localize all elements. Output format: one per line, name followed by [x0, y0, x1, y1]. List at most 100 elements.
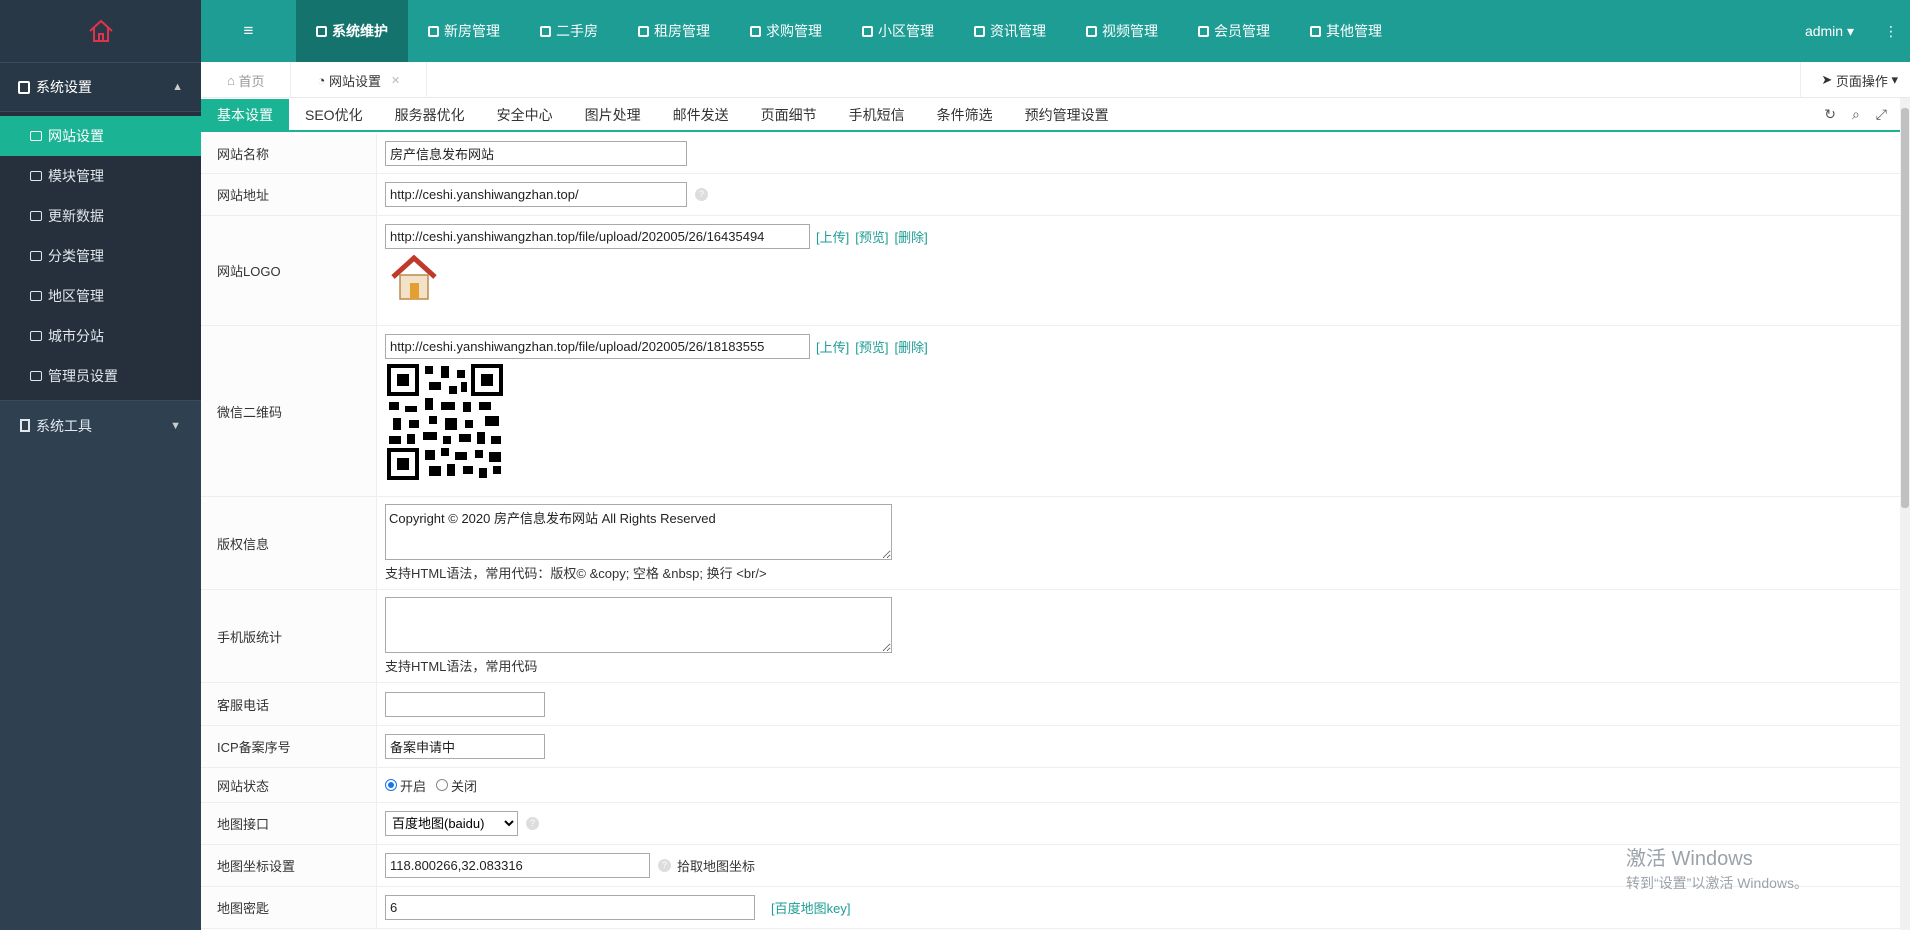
send-icon: ➤	[1821, 72, 1836, 87]
baidu-map-key-link[interactable]: [百度地图key]	[771, 898, 850, 917]
home-icon: ⌂	[227, 72, 239, 88]
nav-news[interactable]: 资讯管理	[954, 0, 1066, 62]
chevron-down-icon: ▼	[170, 419, 181, 432]
help-icon[interactable]: ?	[526, 817, 539, 830]
tab-page-details[interactable]: 页面细节	[745, 99, 833, 130]
tab-seo[interactable]: SEO优化	[289, 99, 379, 130]
map-coord-input[interactable]	[385, 853, 650, 878]
sidebar-group-system-settings[interactable]: 系统设置 ▲	[0, 62, 201, 112]
map-key-input[interactable]	[385, 895, 755, 920]
dashboard-icon: ◔	[317, 72, 329, 88]
logo[interactable]	[0, 0, 201, 62]
more-vertical-icon[interactable]: ⋮	[1884, 23, 1898, 40]
site-name-input[interactable]	[385, 141, 687, 166]
nav-members[interactable]: 会员管理	[1178, 0, 1290, 62]
sidebar-group-label: 系统工具	[36, 417, 92, 434]
nav-videos[interactable]: 视频管理	[1066, 0, 1178, 62]
nav-label: 新房管理	[444, 23, 500, 39]
page-tabs-bar: ⌂ 首页 ◔ 网站设置 ✕ ➤ 页面操作 ▾	[201, 62, 1910, 98]
house-outline-icon	[88, 19, 113, 42]
logo-delete-link[interactable]: [删除]	[894, 227, 927, 246]
pick-coord-link[interactable]: 拾取地图坐标	[677, 856, 755, 875]
status-on-radio[interactable]: 开启	[385, 776, 426, 795]
tab-label: 首页	[238, 73, 265, 89]
field-label: ICP备案序号	[201, 726, 377, 767]
tab-images[interactable]: 图片处理	[569, 99, 657, 130]
sidebar-item-regions[interactable]: 地区管理	[0, 276, 201, 316]
wechat-qr-url-input[interactable]	[385, 334, 810, 359]
logo-upload-link[interactable]: [上传]	[816, 227, 849, 246]
search-icon[interactable]: ⌕	[1852, 106, 1860, 123]
sidebar-item-admin-settings[interactable]: 管理员设置	[0, 356, 201, 396]
settings-form: 网站名称 网站地址 ? 网站LOGO [上传] [预览] [删除]	[201, 134, 1901, 929]
tab-email[interactable]: 邮件发送	[657, 99, 745, 130]
qr-upload-link[interactable]: [上传]	[816, 337, 849, 356]
nav-other[interactable]: 其他管理	[1290, 0, 1402, 62]
row-wechat-qr: 微信二维码 [上传] [预览] [删除]	[201, 326, 1901, 497]
sidebar: 系统设置 ▲ 网站设置 模块管理 更新数据 分类管理 地区管理 城市分站 管理员…	[0, 0, 201, 930]
map-api-select[interactable]: 百度地图(baidu)	[385, 811, 518, 836]
nav-second-hand[interactable]: 二手房	[520, 0, 618, 62]
nav-label: 视频管理	[1102, 23, 1158, 39]
nav-system-maintenance[interactable]: 系统维护	[296, 0, 408, 62]
nav-rentals[interactable]: 租房管理	[618, 0, 730, 62]
logo-url-input[interactable]	[385, 224, 810, 249]
caret-down-icon: ▾	[1846, 22, 1854, 39]
sidebar-item-modules[interactable]: 模块管理	[0, 156, 201, 196]
row-site-url: 网站地址 ?	[201, 174, 1901, 216]
nav-label: 租房管理	[654, 23, 710, 39]
row-map-key: 地图密匙 [百度地图key]	[201, 887, 1901, 929]
copyright-textarea[interactable]: Copyright © 2020 房产信息发布网站 All Rights Res…	[385, 504, 892, 560]
tab-server[interactable]: 服务器优化	[379, 99, 481, 130]
user-menu[interactable]: admin ▾	[1805, 23, 1854, 40]
qr-delete-link[interactable]: [删除]	[894, 337, 927, 356]
settings-tools: ↻ ⌕ ⤢	[1824, 99, 1901, 130]
nav-label: 会员管理	[1214, 23, 1270, 39]
sidebar-group-system-tools[interactable]: 系统工具 ▼	[0, 400, 201, 450]
field-label: 地图接口	[201, 803, 377, 844]
tab-sms[interactable]: 手机短信	[833, 99, 921, 130]
nav-communities[interactable]: 小区管理	[842, 0, 954, 62]
tab-booking[interactable]: 预约管理设置	[1009, 99, 1125, 130]
fullscreen-icon[interactable]: ⤢	[1876, 106, 1887, 123]
field-label: 网站LOGO	[201, 216, 377, 325]
status-off-radio[interactable]: 关闭	[436, 776, 477, 795]
sidebar-item-categories[interactable]: 分类管理	[0, 236, 201, 276]
mobile-stats-textarea[interactable]	[385, 597, 892, 653]
help-icon[interactable]: ?	[695, 188, 708, 201]
gear-icon	[30, 371, 42, 381]
sidebar-item-site-settings[interactable]: 网站设置	[0, 116, 201, 156]
top-navbar: ≡ 系统维护 新房管理 二手房 租房管理 求购管理 小区管理 资讯管理 视频管理…	[201, 0, 1910, 62]
tab-security[interactable]: 安全中心	[481, 99, 569, 130]
site-url-input[interactable]	[385, 182, 687, 207]
qr-code-image	[385, 362, 505, 482]
list-icon	[30, 251, 42, 261]
copyright-help-text: 支持HTML语法，常用代码：版权© &copy; 空格 &nbsp; 换行 <b…	[385, 566, 767, 581]
help-icon[interactable]: ?	[658, 859, 671, 872]
icp-input[interactable]	[385, 734, 545, 759]
app: 系统设置 ▲ 网站设置 模块管理 更新数据 分类管理 地区管理 城市分站 管理员…	[0, 0, 1910, 930]
cube-icon	[1310, 25, 1321, 37]
row-copyright: 版权信息 Copyright © 2020 房产信息发布网站 All Right…	[201, 497, 1901, 590]
scrollbar-thumb[interactable]	[1901, 108, 1909, 508]
nav-new-homes[interactable]: 新房管理	[408, 0, 520, 62]
tab-site-settings[interactable]: ◔ 网站设置 ✕	[291, 62, 428, 98]
menu-bars-icon[interactable]: ≡	[201, 0, 296, 62]
watermark-line2: 转到“设置”以激活 Windows。	[1626, 875, 1809, 891]
phone-input[interactable]	[385, 691, 545, 717]
sidebar-item-city-sites[interactable]: 城市分站	[0, 316, 201, 356]
sidebar-item-update-data[interactable]: 更新数据	[0, 196, 201, 236]
refresh-icon[interactable]: ↻	[1824, 106, 1836, 123]
logo-preview-link[interactable]: [预览]	[855, 227, 888, 246]
tab-basic[interactable]: 基本设置	[201, 99, 289, 130]
newspaper-icon	[974, 25, 985, 37]
nav-purchase-requests[interactable]: 求购管理	[730, 0, 842, 62]
field-label: 网站名称	[201, 134, 377, 173]
close-icon[interactable]: ✕	[391, 74, 400, 87]
tab-home[interactable]: ⌂ 首页	[201, 62, 292, 98]
page-operations-button[interactable]: ➤ 页面操作 ▾	[1800, 62, 1910, 98]
qr-preview-link[interactable]: [预览]	[855, 337, 888, 356]
tab-filters[interactable]: 条件筛选	[921, 99, 1009, 130]
row-site-name: 网站名称	[201, 134, 1901, 174]
vertical-scrollbar[interactable]	[1900, 98, 1910, 930]
